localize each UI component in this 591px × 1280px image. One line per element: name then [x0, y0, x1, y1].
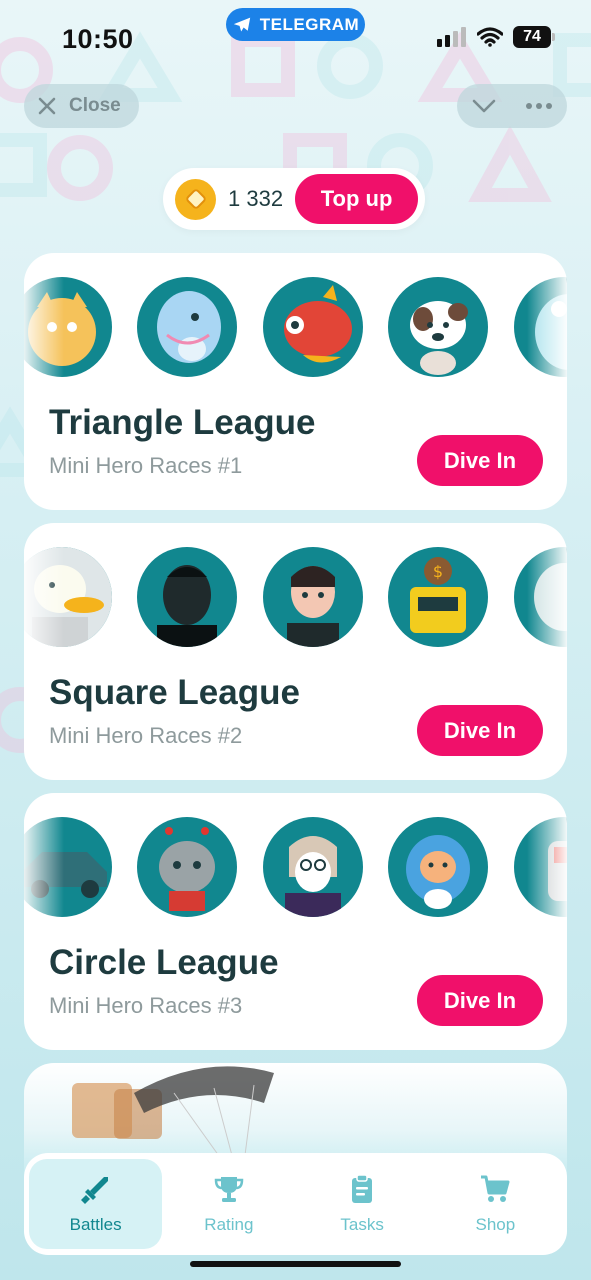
nav-tasks[interactable]: Tasks	[296, 1159, 429, 1249]
league-subtitle: Mini Hero Races #3	[49, 993, 243, 1018]
cart-icon	[481, 1175, 510, 1202]
league-title: Circle League	[49, 943, 279, 982]
carousel-fade-right	[527, 817, 567, 917]
battery-indicator: 74	[513, 26, 555, 48]
status-bar: 10:50 TELEGRAM 74	[0, 0, 591, 78]
dive-in-button[interactable]: Dive In	[417, 435, 543, 486]
nav-battles-label: Battles	[69, 1215, 122, 1234]
chevron-down-icon[interactable]	[472, 99, 496, 113]
avatar	[137, 547, 237, 647]
avatar	[263, 817, 363, 917]
home-indicator	[190, 1261, 401, 1267]
avatar	[388, 277, 488, 377]
dive-in-button[interactable]: Dive In	[417, 975, 543, 1026]
trophy-icon	[214, 1177, 244, 1202]
balance-bar: 1 332 Top up	[163, 168, 425, 230]
avatar	[137, 817, 237, 917]
league-subtitle: Mini Hero Races #2	[49, 723, 243, 748]
coin-balance: 1 332	[228, 186, 284, 211]
carousel-fade-right	[527, 547, 567, 647]
bottom-nav: Battles Rating Tasks Shop	[24, 1153, 567, 1255]
paper-plane-icon	[233, 17, 250, 32]
avatar	[263, 277, 363, 377]
nav-battles[interactable]: Battles	[29, 1159, 163, 1249]
league-title: Square League	[49, 673, 300, 712]
avatar-carousel[interactable]	[24, 817, 567, 917]
nav-rating-label: Rating	[204, 1215, 254, 1234]
avatar	[388, 817, 488, 917]
clipboard-icon	[352, 1174, 373, 1203]
sword-icon	[80, 1177, 108, 1204]
close-label: Close	[69, 95, 121, 116]
status-time: 10:50	[62, 24, 134, 54]
top-up-button[interactable]: Top up	[295, 174, 419, 224]
more-options-icon[interactable]	[526, 103, 552, 109]
header-menu	[457, 84, 567, 128]
telegram-pill[interactable]: TELEGRAM	[226, 8, 365, 41]
close-button[interactable]: Close	[24, 84, 139, 128]
carousel-fade-left	[24, 817, 64, 917]
nav-rating[interactable]: Rating	[162, 1159, 295, 1249]
nav-shop[interactable]: Shop	[429, 1159, 562, 1249]
avatar: $	[388, 547, 488, 647]
avatar	[263, 547, 363, 647]
carousel-fade-right	[527, 277, 567, 377]
coin-icon	[175, 178, 216, 220]
cellular-signal-icon	[437, 27, 466, 47]
telegram-pill-label: TELEGRAM	[259, 14, 360, 34]
status-icons: 74	[437, 26, 555, 48]
avatar	[137, 277, 237, 377]
dive-in-button[interactable]: Dive In	[417, 705, 543, 756]
nav-shop-label: Shop	[475, 1215, 516, 1234]
carousel-fade-left	[24, 547, 64, 647]
svg-text:$: $	[433, 562, 443, 581]
wifi-icon	[477, 27, 503, 47]
league-card-circle[interactable]: Circle League Mini Hero Races #3 Dive In	[24, 793, 567, 1050]
avatar-carousel[interactable]: $	[24, 547, 567, 647]
league-card-triangle[interactable]: Triangle League Mini Hero Races #1 Dive …	[24, 253, 567, 510]
league-subtitle: Mini Hero Races #1	[49, 453, 243, 478]
carousel-fade-left	[24, 277, 64, 377]
close-icon	[38, 97, 56, 115]
league-card-square[interactable]: $ Square League Mini Hero Races #2 Dive …	[24, 523, 567, 780]
avatar-carousel[interactable]	[24, 277, 567, 377]
nav-tasks-label: Tasks	[340, 1215, 384, 1234]
league-title: Triangle League	[49, 403, 316, 442]
